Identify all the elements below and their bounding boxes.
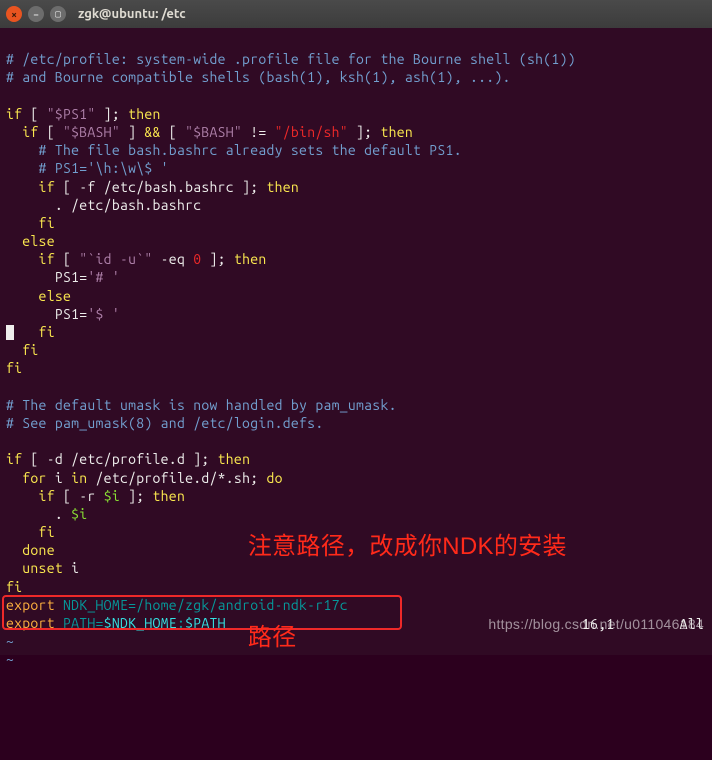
terminal-content[interactable]: # /etc/profile: system-wide .profile fil… bbox=[0, 28, 712, 655]
minimize-icon[interactable]: – bbox=[28, 6, 44, 22]
code-token: then bbox=[128, 106, 161, 122]
scroll-mode: All bbox=[680, 616, 704, 632]
code-token: $PATH bbox=[185, 615, 226, 631]
code-token: [ bbox=[161, 124, 185, 140]
annotation-line2: 路径 bbox=[248, 624, 297, 651]
code-token: fi bbox=[6, 324, 55, 340]
code-line: else bbox=[6, 288, 71, 304]
code-token: "/bin/sh" bbox=[275, 124, 348, 140]
code-token: then bbox=[234, 251, 267, 267]
code-token: /etc/profile.d/*.sh bbox=[96, 470, 251, 486]
window-titlebar: × – ▢ zgk@ubuntu: /etc bbox=[0, 0, 712, 28]
code-token: [ -f bbox=[55, 179, 104, 195]
code-line: fi bbox=[6, 342, 39, 358]
code-line: # PS1='\h:\w\$ ' bbox=[6, 160, 169, 176]
code-token: export bbox=[6, 597, 55, 613]
code-token: '$ ' bbox=[87, 306, 120, 322]
code-token: ]; bbox=[234, 179, 267, 195]
code-token: $i bbox=[71, 506, 87, 522]
code-token: then bbox=[153, 488, 186, 504]
code-token: then bbox=[218, 451, 251, 467]
code-token: [ bbox=[39, 124, 63, 140]
code-token: ] bbox=[120, 124, 144, 140]
code-token: /etc/bash.bashrc bbox=[71, 197, 201, 213]
code-line: # /etc/profile: system-wide .profile fil… bbox=[6, 51, 576, 67]
code-token: . bbox=[6, 197, 71, 213]
code-token: for bbox=[6, 470, 47, 486]
code-line: # The default umask is now handled by pa… bbox=[6, 397, 397, 413]
code-token: unset bbox=[6, 560, 63, 576]
code-token: /etc/bash.bashrc bbox=[104, 179, 234, 195]
code-line: # See pam_umask(8) and /etc/login.defs. bbox=[6, 415, 323, 431]
code-line: # The file bash.bashrc already sets the … bbox=[6, 142, 462, 158]
code-token: ]; bbox=[201, 251, 234, 267]
code-token: '# ' bbox=[87, 269, 120, 285]
code-line: fi bbox=[6, 524, 55, 540]
vim-status: 16,1 All bbox=[549, 596, 704, 651]
code-token: [ -d bbox=[22, 451, 71, 467]
code-line: ~ bbox=[6, 633, 14, 649]
code-token: i bbox=[47, 470, 71, 486]
code-token: do bbox=[267, 470, 283, 486]
code-line: done bbox=[6, 542, 55, 558]
code-token: then bbox=[380, 124, 413, 140]
code-token: export bbox=[6, 615, 55, 631]
code-token: /etc/profile.d bbox=[71, 451, 185, 467]
code-token: ]; bbox=[120, 488, 153, 504]
code-line: fi bbox=[6, 579, 22, 595]
code-line: ~ bbox=[6, 651, 14, 667]
code-token: NDK_HOME=/home/zgk/android-ndk-r17c bbox=[55, 597, 348, 613]
code-token: if bbox=[6, 451, 22, 467]
code-token: [ bbox=[22, 106, 46, 122]
code-token: in bbox=[71, 470, 95, 486]
code-token: "`id -u`" bbox=[79, 251, 152, 267]
code-token: [ bbox=[55, 251, 79, 267]
code-token: "$BASH" bbox=[185, 124, 242, 140]
code-token: ; bbox=[250, 470, 266, 486]
code-token: if bbox=[6, 179, 55, 195]
code-token: && bbox=[144, 124, 160, 140]
annotation-line1: 注意路径，改成你NDK的安装 bbox=[248, 533, 567, 560]
code-token: "$PS1" bbox=[47, 106, 96, 122]
code-token: i bbox=[63, 560, 79, 576]
code-token: if bbox=[6, 488, 55, 504]
code-token: . bbox=[6, 506, 71, 522]
code-token: if bbox=[6, 124, 39, 140]
code-token: $i bbox=[104, 488, 120, 504]
code-token: if bbox=[6, 106, 22, 122]
code-line: # and Bourne compatible shells (bash(1),… bbox=[6, 69, 511, 85]
code-token: ]; bbox=[348, 124, 381, 140]
code-token: [ -r bbox=[55, 488, 104, 504]
code-line: else bbox=[6, 233, 55, 249]
code-token: PATH= bbox=[55, 615, 104, 631]
code-token: "$BASH" bbox=[63, 124, 120, 140]
cursor-position: 16,1 bbox=[582, 616, 615, 632]
code-token: PS1= bbox=[6, 269, 87, 285]
close-icon[interactable]: × bbox=[6, 6, 22, 22]
code-token: : bbox=[177, 615, 185, 631]
code-token: ]; bbox=[185, 451, 218, 467]
code-token: if bbox=[6, 251, 55, 267]
code-token: -eq bbox=[153, 251, 194, 267]
code-token: then bbox=[267, 179, 300, 195]
code-token: != bbox=[242, 124, 275, 140]
annotation-text: 注意路径，改成你NDK的安装 路径 bbox=[220, 478, 567, 706]
code-token: $NDK_HOME bbox=[104, 615, 177, 631]
window-title: zgk@ubuntu: /etc bbox=[78, 7, 186, 21]
code-line: fi bbox=[6, 360, 22, 376]
code-line: fi bbox=[6, 215, 55, 231]
code-token: ]; bbox=[96, 106, 129, 122]
maximize-icon[interactable]: ▢ bbox=[50, 6, 66, 22]
code-token: PS1= bbox=[6, 306, 87, 322]
